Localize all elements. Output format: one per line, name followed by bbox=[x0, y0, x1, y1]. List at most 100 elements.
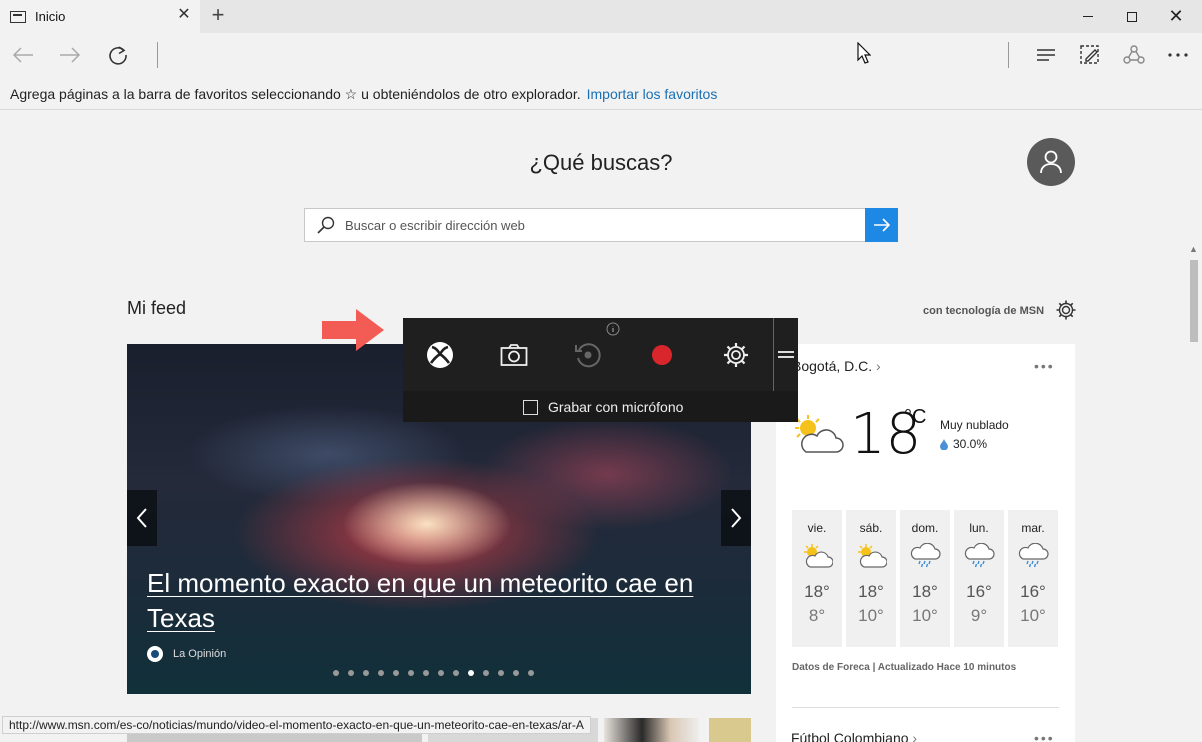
weather-more-button[interactable]: ••• bbox=[1034, 358, 1055, 374]
arrow-right-icon bbox=[873, 218, 890, 232]
forecast-day[interactable]: mar. 16° 10° bbox=[1008, 510, 1058, 647]
back-button[interactable] bbox=[6, 39, 40, 71]
record-that-icon bbox=[575, 343, 601, 368]
forecast-day[interactable]: dom. 18° 10° bbox=[900, 510, 950, 647]
forecast-low: 8° bbox=[808, 606, 826, 625]
forward-button[interactable] bbox=[53, 39, 87, 71]
carousel-dot[interactable] bbox=[438, 670, 444, 676]
game-bar-toolbar bbox=[403, 318, 773, 391]
source-name: La Opinión bbox=[173, 648, 227, 660]
share-icon bbox=[1123, 45, 1145, 64]
search-go-button[interactable] bbox=[865, 208, 898, 242]
forecast-high: 16° bbox=[966, 582, 992, 601]
carousel-dot[interactable] bbox=[483, 670, 489, 676]
tab-close-button[interactable]: ✕ bbox=[176, 7, 192, 23]
forecast-day[interactable]: sáb. 18° 10° bbox=[846, 510, 896, 647]
status-bar-url: http://www.msn.com/es-co/noticias/mundo/… bbox=[2, 716, 591, 734]
carousel-dot[interactable] bbox=[423, 670, 429, 676]
carousel-dot[interactable] bbox=[528, 670, 534, 676]
hero-next-button[interactable] bbox=[721, 490, 751, 546]
favorites-message: Agrega páginas a la barra de favoritos s… bbox=[10, 86, 581, 102]
web-note-button[interactable] bbox=[1073, 39, 1107, 71]
forecast-day-name: vie. bbox=[807, 521, 827, 535]
gear-icon bbox=[724, 343, 748, 367]
forecast-low: 10° bbox=[1020, 606, 1046, 625]
partly-cloudy-icon bbox=[795, 415, 844, 453]
minimize-icon bbox=[1083, 16, 1093, 17]
carousel-dot[interactable] bbox=[468, 670, 474, 676]
maximize-icon bbox=[1127, 11, 1137, 22]
forecast-high: 16° bbox=[1020, 582, 1046, 601]
start-page: ¿Qué buscas? Mi feed con tecnología de M… bbox=[1, 110, 1187, 742]
more-button[interactable] bbox=[1161, 39, 1195, 71]
feed-settings-button[interactable] bbox=[1055, 299, 1077, 326]
game-bar-drag-handle[interactable] bbox=[773, 318, 798, 391]
navigation-bar bbox=[0, 33, 1202, 78]
minimize-button[interactable] bbox=[1066, 0, 1110, 33]
news-thumbnail[interactable] bbox=[709, 718, 751, 742]
scroll-up-arrow-icon[interactable]: ▲ bbox=[1189, 244, 1198, 254]
forecast-day[interactable]: vie. 18° 8° bbox=[792, 510, 842, 647]
forecast-high: 18° bbox=[804, 582, 830, 601]
xbox-icon bbox=[427, 342, 453, 368]
hero-prev-button[interactable] bbox=[127, 490, 157, 546]
hub-button[interactable] bbox=[1029, 39, 1063, 71]
divider bbox=[792, 707, 1059, 708]
forecast-day-name: mar. bbox=[1021, 521, 1045, 535]
share-button[interactable] bbox=[1117, 39, 1151, 71]
handle-line bbox=[778, 351, 794, 353]
carousel-dot[interactable] bbox=[348, 670, 354, 676]
carousel-dot[interactable] bbox=[408, 670, 414, 676]
carousel-dot[interactable] bbox=[363, 670, 369, 676]
screenshot-button[interactable] bbox=[498, 339, 530, 371]
search-input[interactable] bbox=[345, 217, 845, 233]
weather-condition: Muy nublado bbox=[940, 418, 1009, 432]
xbox-button[interactable] bbox=[424, 339, 456, 371]
carousel-dot[interactable] bbox=[333, 670, 339, 676]
close-window-button[interactable]: ✕ bbox=[1154, 0, 1198, 33]
favorites-bar: Agrega páginas a la barra de favoritos s… bbox=[0, 78, 1202, 110]
partly-cloudy-icon bbox=[846, 543, 896, 574]
title-bar: Inicio ✕ + ✕ bbox=[0, 0, 1202, 33]
carousel-dot[interactable] bbox=[393, 670, 399, 676]
record-that-button[interactable] bbox=[572, 339, 604, 371]
carousel-dot[interactable] bbox=[513, 670, 519, 676]
news-thumbnail[interactable] bbox=[604, 718, 699, 742]
carousel-dot[interactable] bbox=[378, 670, 384, 676]
back-arrow-icon bbox=[12, 47, 33, 63]
tab-inicio[interactable]: Inicio ✕ bbox=[0, 0, 200, 33]
start-recording-button[interactable] bbox=[646, 339, 678, 371]
temperature-unit[interactable]: °C bbox=[904, 406, 926, 429]
scrollbar[interactable] bbox=[1188, 110, 1201, 742]
weather-card[interactable]: Bogotá, D.C. › ••• 18 °C Muy nublado 30.… bbox=[776, 344, 1075, 742]
hero-source: La Opinión bbox=[147, 646, 226, 662]
carousel-dots bbox=[333, 670, 534, 676]
carousel-dot[interactable] bbox=[453, 670, 459, 676]
address-separator bbox=[157, 42, 158, 68]
forecast-low: 9° bbox=[970, 606, 988, 625]
hero-headline-link[interactable]: El momento exacto en que un meteorito ca… bbox=[147, 566, 727, 636]
gear-icon bbox=[1056, 300, 1076, 320]
forecast-day[interactable]: lun. 16° 9° bbox=[954, 510, 1004, 647]
import-favorites-link[interactable]: Importar los favoritos bbox=[587, 86, 718, 102]
mic-record-label[interactable]: Grabar con micrófono bbox=[548, 399, 683, 415]
info-icon[interactable] bbox=[606, 322, 620, 336]
game-bar-settings-button[interactable] bbox=[720, 339, 752, 371]
avatar[interactable] bbox=[1027, 138, 1075, 186]
maximize-button[interactable] bbox=[1110, 0, 1154, 33]
refresh-button[interactable] bbox=[101, 39, 135, 71]
forecast-day-name: sáb. bbox=[859, 521, 883, 535]
forecast-low: 10° bbox=[912, 606, 938, 625]
search-icon bbox=[317, 216, 335, 234]
new-tab-button[interactable]: + bbox=[206, 4, 230, 28]
mic-record-checkbox[interactable] bbox=[523, 400, 538, 415]
refresh-icon bbox=[109, 46, 127, 65]
web-note-icon bbox=[1080, 45, 1099, 64]
carousel-dot[interactable] bbox=[498, 670, 504, 676]
weather-location[interactable]: Bogotá, D.C. › bbox=[792, 358, 881, 374]
sports-more-button[interactable]: ••• bbox=[1034, 730, 1055, 742]
mouse-cursor-icon bbox=[857, 42, 871, 64]
sports-section-title[interactable]: Fútbol Colombiano › bbox=[791, 730, 917, 742]
scrollbar-thumb[interactable] bbox=[1190, 260, 1198, 342]
rain-chance: 30.0% bbox=[940, 437, 987, 451]
